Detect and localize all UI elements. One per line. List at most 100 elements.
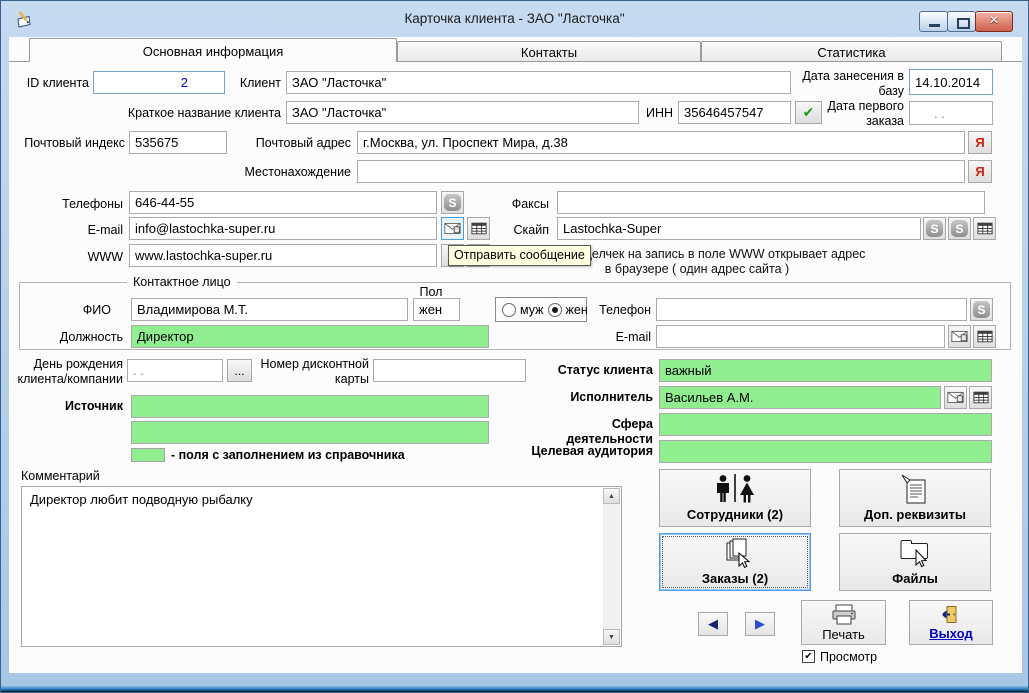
send-mail-icon — [947, 391, 964, 404]
faxes-field[interactable] — [557, 191, 985, 214]
comment-scrollbar[interactable]: ▲ ▼ — [603, 488, 620, 645]
client-status-field[interactable] — [659, 359, 992, 382]
skype-call-button[interactable]: S — [441, 191, 464, 214]
scroll-down-icon: ▼ — [608, 633, 615, 641]
contact-send-email-button[interactable] — [948, 325, 971, 348]
birthday-browse-button[interactable]: ... — [227, 359, 252, 382]
short-name-label: Краткое название клиента — [127, 106, 281, 120]
yandex-location-button[interactable]: Я — [968, 160, 992, 183]
title-bar: Карточка клиента - ЗАО "Ласточка" ✕ — [1, 1, 1028, 37]
table-icon — [976, 222, 993, 235]
postal-address-field[interactable] — [357, 131, 965, 154]
client-id-label: ID клиента — [26, 76, 89, 90]
tab-statistics[interactable]: Статистика — [701, 41, 1002, 62]
postal-code-label: Почтовый индекс — [24, 136, 125, 150]
exit-button-label: Выход — [929, 625, 973, 641]
gender-male-radio[interactable] — [502, 302, 516, 317]
scroll-up-icon: ▲ — [608, 492, 615, 500]
comment-textarea[interactable]: Директор любит подводную рыбалку — [23, 488, 604, 645]
client-field[interactable] — [286, 71, 791, 94]
target-audience-field[interactable] — [659, 440, 992, 463]
exit-button[interactable]: Выход — [909, 600, 993, 645]
birthday-label: День рождения клиента/компании — [17, 357, 124, 386]
send-email-button[interactable] — [441, 217, 464, 240]
inn-field[interactable] — [678, 101, 791, 124]
employees-button-label: Сотрудники (2) — [686, 507, 784, 522]
tab-contacts[interactable]: Контакты — [397, 41, 701, 62]
executor-list-button[interactable] — [969, 386, 992, 409]
table-icon — [972, 391, 989, 404]
source-field-2[interactable] — [131, 421, 489, 444]
discount-card-field[interactable] — [373, 359, 526, 382]
email-list-button[interactable] — [467, 217, 490, 240]
source-field-1[interactable] — [131, 395, 489, 418]
gender-value-field[interactable] — [413, 298, 460, 321]
scroll-down-button[interactable]: ▼ — [603, 629, 620, 645]
exit-door-icon — [942, 605, 957, 623]
skype-chat-button[interactable]: S — [948, 217, 971, 240]
email-field[interactable] — [129, 217, 437, 240]
employees-button[interactable]: Сотрудники (2) — [659, 469, 811, 527]
client-id-field[interactable] — [93, 71, 225, 94]
date-added-field[interactable] — [909, 69, 993, 95]
www-field[interactable] — [129, 244, 437, 267]
location-label: Местонахождение — [244, 165, 351, 179]
maximize-button[interactable] — [947, 11, 976, 32]
first-order-date-field[interactable] — [909, 101, 993, 125]
table-icon — [470, 222, 487, 235]
prev-arrow-icon: ◀ — [708, 616, 718, 631]
next-record-button[interactable]: ▶ — [745, 612, 775, 636]
scroll-up-button[interactable]: ▲ — [603, 488, 620, 504]
executor-field[interactable] — [659, 386, 941, 409]
app-card-pen-icon[interactable] — [14, 10, 34, 30]
minimize-icon — [928, 24, 940, 27]
checkmark-icon: ✔ — [804, 651, 813, 662]
inn-label: ИНН — [645, 106, 673, 120]
dictionary-field-swatch — [131, 448, 165, 462]
print-button[interactable]: Печать — [801, 600, 886, 645]
contact-email-label: E-mail — [615, 330, 651, 344]
skype-icon: S — [926, 220, 943, 237]
client-card-window: Карточка клиента - ЗАО "Ласточка" ✕ Осно… — [0, 0, 1029, 693]
skype-call-button-2[interactable]: S — [923, 217, 946, 240]
window-bottom-edge — [1, 686, 1028, 692]
short-name-field[interactable] — [286, 101, 639, 124]
contact-email-list-button[interactable] — [973, 325, 996, 348]
extra-requisites-button[interactable]: Доп. реквизиты — [839, 469, 991, 527]
yandex-icon: Я — [975, 164, 985, 179]
business-sphere-field[interactable] — [659, 413, 992, 436]
tab-main-info[interactable]: Основная информация — [29, 38, 397, 62]
postal-code-field[interactable] — [129, 131, 227, 154]
client-label: Клиент — [239, 76, 281, 90]
target-audience-label: Целевая аудитория — [531, 444, 653, 458]
minimize-button[interactable] — [919, 11, 948, 32]
skype-icon: S — [973, 301, 990, 318]
files-folder-icon — [900, 540, 928, 568]
contact-phone-label: Телефон — [599, 303, 651, 317]
skype-field[interactable] — [557, 217, 921, 240]
postal-address-label: Почтовый адрес — [255, 136, 351, 150]
preview-checkbox[interactable]: ✔ — [802, 650, 815, 663]
contact-phone-field[interactable] — [656, 298, 967, 321]
executor-send-email-button[interactable] — [944, 386, 967, 409]
skype-list-button[interactable] — [973, 217, 996, 240]
position-field[interactable] — [131, 325, 489, 348]
www-label: WWW — [87, 250, 123, 264]
prev-record-button[interactable]: ◀ — [698, 612, 728, 636]
close-button[interactable]: ✕ — [975, 11, 1013, 32]
first-order-date-label: Дата первого заказа — [827, 99, 904, 128]
contact-skype-button[interactable]: S — [970, 298, 993, 321]
dictionary-legend-text: - поля с заполнением из справочника — [171, 448, 405, 462]
gender-female-radio[interactable] — [547, 302, 562, 317]
files-button[interactable]: Файлы — [839, 533, 991, 591]
preview-checkbox-label: Просмотр — [820, 650, 878, 664]
contact-fio-field[interactable] — [131, 298, 408, 321]
gender-female-label: жен — [565, 302, 588, 317]
phones-field[interactable] — [129, 191, 437, 214]
contact-email-field[interactable] — [656, 325, 945, 348]
comment-box: Директор любит подводную рыбалку ▲ ▼ — [21, 486, 622, 647]
yandex-address-button[interactable]: Я — [968, 131, 992, 154]
orders-button[interactable]: Заказы (2) — [659, 533, 811, 591]
birthday-field[interactable] — [127, 359, 223, 382]
location-field[interactable] — [357, 160, 965, 183]
